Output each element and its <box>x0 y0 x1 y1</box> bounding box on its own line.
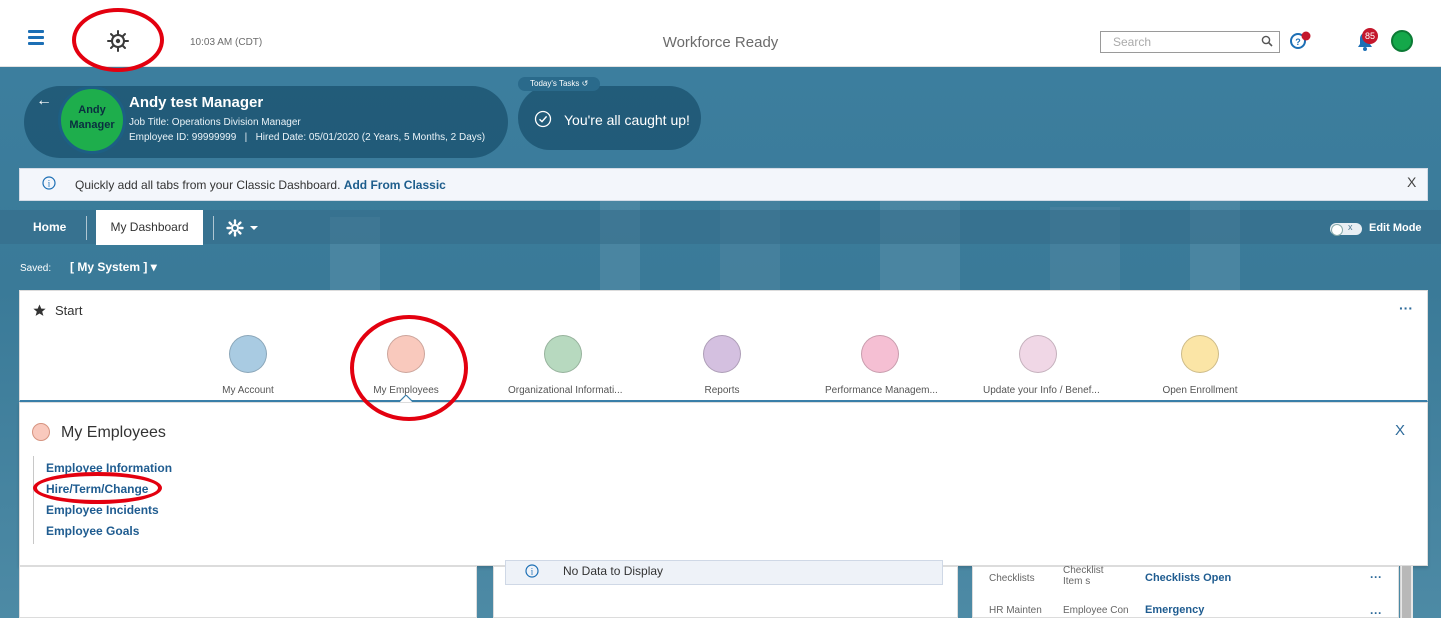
search-input[interactable] <box>1101 32 1251 52</box>
tile-open-enrollment[interactable]: Open Enrollment <box>1145 335 1255 396</box>
widget-left <box>19 566 477 618</box>
banner-text: Quickly add all tabs from your Classic D… <box>75 178 341 192</box>
avatar-line-1: Andy <box>78 104 106 116</box>
link-employee-incidents[interactable]: Employee Incidents <box>46 503 159 517</box>
tile-reports[interactable]: Reports <box>667 335 777 396</box>
tab-my-dashboard[interactable]: My Dashboard <box>96 210 203 245</box>
tile-update-your-info[interactable]: Update your Info / Benef... <box>983 335 1100 396</box>
table-cell: Checklists <box>989 573 1035 584</box>
svg-text:?: ? <box>1295 37 1301 47</box>
tile-label: My Account <box>222 385 274 396</box>
notification-count-badge: 85 <box>1362 28 1379 44</box>
tile-my-account[interactable]: My Account <box>193 335 303 396</box>
tab-bar <box>0 210 1441 244</box>
tile-performance-management[interactable]: Performance Managem... <box>825 335 938 396</box>
employee-ids: Employee ID: 99999999 | Hired Date: 05/0… <box>129 132 486 143</box>
tile-label: Performance Managem... <box>825 385 938 396</box>
info-icon: i <box>525 564 539 578</box>
job-title: Job Title: Operations Division Manager <box>129 117 301 128</box>
no-data-text: No Data to Display <box>563 564 664 578</box>
search-icon[interactable] <box>1261 35 1273 47</box>
row-more-options-icon[interactable]: ··· <box>1370 570 1382 584</box>
ship-wheel-logo-icon[interactable] <box>107 30 129 52</box>
manager-name: Andy test Manager <box>129 94 264 111</box>
tile-organizational-information[interactable]: Organizational Informati... <box>508 335 623 396</box>
widget-scroll-thumb[interactable] <box>1402 566 1411 618</box>
my-employees-title: My Employees <box>61 424 166 441</box>
checklists-open-link[interactable]: Checklists Open <box>1145 572 1231 584</box>
link-hire-term-change[interactable]: Hire/Term/Change <box>46 482 148 496</box>
user-avatar[interactable] <box>1391 30 1413 52</box>
tile-label: Open Enrollment <box>1162 385 1238 396</box>
selected-tile-pointer <box>399 395 413 402</box>
edit-mode-toggle[interactable] <box>1330 222 1362 236</box>
tile-performance-circle <box>861 335 899 373</box>
tile-organizational-circle <box>544 335 582 373</box>
row-more-options-icon[interactable]: ··· <box>1370 606 1382 618</box>
tile-update-info-circle <box>1019 335 1057 373</box>
back-arrow-icon[interactable]: ← <box>36 92 52 110</box>
tasks-status: You're all caught up! <box>564 112 690 128</box>
check-circle-icon <box>534 110 552 128</box>
banner-close-icon[interactable]: X <box>1407 174 1416 190</box>
star-icon <box>33 304 46 316</box>
tile-open-enrollment-circle <box>1181 335 1219 373</box>
saved-label: Saved: <box>20 263 52 274</box>
svg-text:i: i <box>48 179 51 189</box>
emergency-link[interactable]: Emergency <box>1145 604 1204 616</box>
tab-home[interactable]: Home <box>33 220 66 234</box>
table-cell: Checklist Item s <box>1063 565 1104 587</box>
help-tour-icon[interactable]: ? <box>1287 28 1313 54</box>
my-employees-close-icon[interactable]: X <box>1395 422 1405 439</box>
saved-view-dropdown[interactable]: [ My System ] ▾ <box>70 260 157 274</box>
tile-my-account-circle <box>229 335 267 373</box>
links-rail <box>33 456 34 544</box>
clock: 10:03 AM (CDT) <box>190 37 263 48</box>
svg-text:i: i <box>531 567 534 577</box>
tile-label: Update your Info / Benef... <box>983 385 1100 396</box>
my-employees-panel <box>19 402 1428 566</box>
add-from-classic-link[interactable]: Add From Classic <box>344 178 446 192</box>
start-more-options-icon[interactable]: ··· <box>1399 300 1413 316</box>
link-employee-information[interactable]: Employee Information <box>46 461 172 475</box>
tile-label: Organizational Informati... <box>508 385 623 396</box>
link-employee-goals[interactable]: Employee Goals <box>46 524 139 538</box>
tab-divider <box>213 216 214 240</box>
tab-divider <box>86 216 87 240</box>
table-cell: Employee Con <box>1063 605 1129 616</box>
tile-my-employees-circle <box>387 335 425 373</box>
edit-mode-label: Edit Mode <box>1369 222 1422 234</box>
table-cell: HR Mainten <box>989 605 1042 616</box>
info-icon: i <box>42 176 56 190</box>
avatar-line-2: Manager <box>69 119 115 131</box>
start-title: Start <box>55 303 83 318</box>
banner-message: Quickly add all tabs from your Classic D… <box>75 178 446 192</box>
todays-tasks-tag[interactable]: Today's Tasks ↺ <box>518 77 601 91</box>
dashboard-settings-gear-icon[interactable] <box>226 219 260 237</box>
hamburger-menu-icon[interactable] <box>28 30 44 45</box>
manager-avatar[interactable]: Andy Manager <box>58 86 126 154</box>
search-box[interactable] <box>1100 31 1280 53</box>
tile-label: Reports <box>704 385 740 396</box>
tile-my-employees[interactable]: My Employees <box>351 335 461 396</box>
tile-reports-circle <box>703 335 741 373</box>
my-employees-dot <box>32 423 50 441</box>
